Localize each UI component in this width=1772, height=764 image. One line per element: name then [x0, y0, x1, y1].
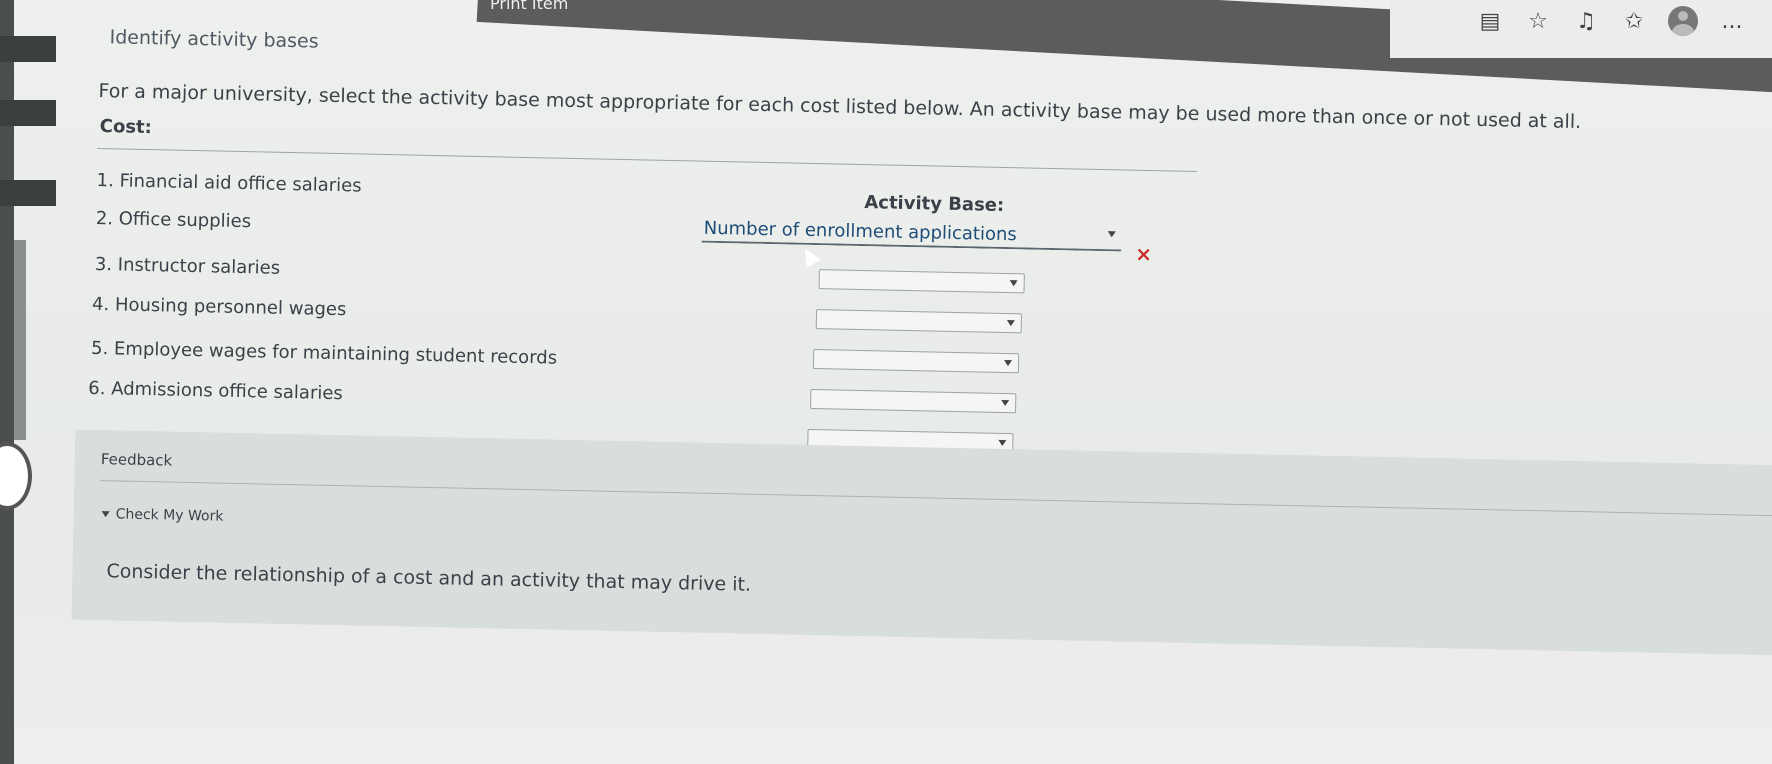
cost-number: 3. — [94, 253, 113, 276]
header-divider — [97, 147, 1198, 173]
activity-base-select-3[interactable] — [815, 309, 1023, 334]
instructions: For a major university, select the activ… — [98, 79, 1582, 134]
cost-number: 2. — [95, 207, 114, 230]
chevron-down-icon — [1107, 231, 1116, 238]
cost-label: Housing personnel wages — [114, 294, 347, 321]
more-icon[interactable]: ... — [1718, 7, 1746, 35]
activity-base-select-4[interactable] — [812, 349, 1020, 374]
chevron-down-icon — [998, 439, 1007, 447]
check-my-work-label: Check My Work — [115, 506, 224, 525]
cost-label: Instructor salaries — [117, 254, 281, 279]
cost-label: Office supplies — [118, 208, 252, 233]
profile-avatar[interactable] — [1668, 6, 1698, 36]
feedback-label: Feedback — [100, 450, 173, 470]
activity-base-select-2[interactable] — [818, 269, 1025, 294]
cost-item-4: 4. Housing personnel wages — [92, 294, 347, 320]
activity-base-header: Activity Base: — [864, 192, 1005, 216]
cost-label: Financial aid office salaries — [119, 170, 362, 197]
chevron-down-icon — [1001, 399, 1010, 407]
caret-down-icon — [101, 511, 110, 518]
chevron-down-icon — [1003, 360, 1013, 367]
favorites-icon[interactable]: ✩ — [1620, 7, 1648, 35]
cost-item-1: 1. Financial aid office salaries — [96, 170, 361, 197]
cost-label: Employee wages for maintaining student r… — [113, 338, 558, 369]
activity-base-select-1[interactable]: Number of enrollment applications — [701, 216, 1122, 252]
incorrect-icon: × — [1135, 241, 1153, 267]
cost-number: 1. — [96, 169, 115, 192]
question-content: Identify activity bases For a major univ… — [0, 0, 1772, 764]
activity-base-select-5[interactable] — [810, 388, 1017, 414]
page-title: Identify activity bases — [109, 26, 319, 53]
feedback-panel — [71, 429, 1772, 657]
cost-item-6: 6. Admissions office salaries — [88, 378, 343, 404]
cost-item-3: 3. Instructor salaries — [95, 254, 281, 279]
chevron-down-icon — [1009, 280, 1018, 287]
cost-label: Admissions office salaries — [110, 378, 344, 405]
cost-header: Cost: — [99, 116, 153, 139]
cost-number: 6. — [88, 377, 106, 400]
mouse-cursor-icon — [797, 244, 821, 268]
selected-value: Number of enrollment applications — [703, 217, 1018, 246]
chevron-down-icon — [1006, 320, 1015, 327]
cost-number: 4. — [91, 293, 110, 316]
page: Print Item ▤ ☆ ♫ ✩ ... Identify activity… — [0, 0, 1772, 764]
cost-item-5: 5. Employee wages for maintaining studen… — [91, 338, 557, 369]
cost-number: 5. — [90, 337, 109, 360]
cost-item-2: 2. Office supplies — [96, 208, 252, 232]
check-my-work-toggle[interactable]: Check My Work — [101, 506, 224, 525]
